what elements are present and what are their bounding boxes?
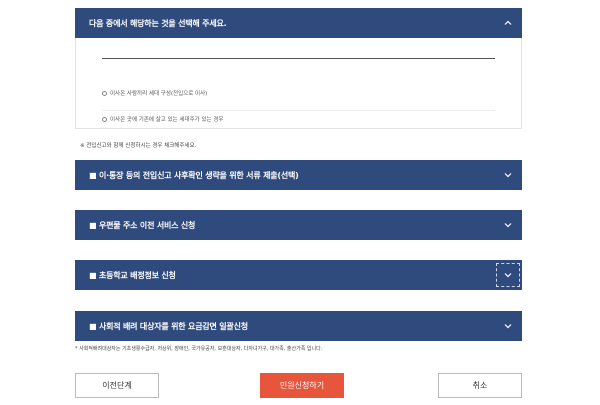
- section-school-assignment-title: ■ 초등학교 배정정보 신청: [89, 270, 176, 280]
- prev-step-button[interactable]: 이전단계: [75, 373, 159, 398]
- option-existing-householder[interactable]: 이사온 곳에 기존에 살고 있는 세대주가 있는 경우: [102, 115, 223, 123]
- radio-button[interactable]: [102, 90, 107, 96]
- section-school-assignment-header[interactable]: ■ 초등학교 배정정보 신청: [75, 260, 522, 290]
- submit-application-button[interactable]: 민원신청하기: [260, 373, 344, 398]
- cancel-button[interactable]: 취소: [438, 373, 522, 398]
- fee-reduction-note: * 사회적배려대상자는 기초생활수급자, 저상위, 장애인, 국가유공자, 보훈…: [75, 346, 323, 352]
- section-document-submit: ■ 이·통장 등의 전입신고 사후확인 생략을 위한 서류 제출(선택): [75, 160, 522, 190]
- section-household-title: 다음 중에서 해당하는 것을 선택해 주세요.: [89, 18, 227, 28]
- option-new-household[interactable]: 이사온 사람끼리 세대 구성(전입으로 이사): [102, 89, 207, 97]
- chevron-down-icon[interactable]: [494, 161, 522, 189]
- option-new-household-label: 이사온 사람끼리 세대 구성(전입으로 이사): [110, 91, 208, 97]
- option-divider: [102, 110, 495, 111]
- section-household: 다음 중에서 해당하는 것을 선택해 주세요. 이사온 사람끼리 세대 구성(전…: [75, 8, 522, 129]
- check-note: ※ 전입신고와 함께 신청하시는 경우 체크해주세요.: [80, 143, 197, 149]
- section-household-body: 이사온 사람끼리 세대 구성(전입으로 이사) 이사온 곳에 기존에 살고 있는…: [75, 38, 522, 129]
- section-school-assignment: ■ 초등학교 배정정보 신청: [75, 260, 522, 290]
- section-mail-forwarding-title: ■ 우편물 주소 이전 서비스 신청: [89, 220, 196, 230]
- chevron-down-icon[interactable]: [494, 261, 522, 289]
- chevron-down-icon[interactable]: [494, 312, 522, 340]
- chevron-down-icon[interactable]: [494, 211, 522, 239]
- section-mail-forwarding: ■ 우편물 주소 이전 서비스 신청: [75, 210, 522, 240]
- section-document-submit-header[interactable]: ■ 이·통장 등의 전입신고 사후확인 생략을 위한 서류 제출(선택): [75, 160, 522, 190]
- chevron-up-icon[interactable]: [494, 9, 522, 37]
- section-divider: [102, 58, 495, 59]
- section-document-submit-title: ■ 이·통장 등의 전입신고 사후확인 생략을 위한 서류 제출(선택): [89, 170, 299, 180]
- section-fee-reduction-title: ■ 사회적 배려 대상자를 위한 요금감면 일괄신청: [89, 321, 248, 331]
- section-household-header[interactable]: 다음 중에서 해당하는 것을 선택해 주세요.: [75, 8, 522, 38]
- radio-button[interactable]: [102, 116, 107, 122]
- section-mail-forwarding-header[interactable]: ■ 우편물 주소 이전 서비스 신청: [75, 210, 522, 240]
- option-existing-householder-label: 이사온 곳에 기존에 살고 있는 세대주가 있는 경우: [110, 117, 224, 123]
- section-fee-reduction-header[interactable]: ■ 사회적 배려 대상자를 위한 요금감면 일괄신청: [75, 311, 522, 341]
- section-fee-reduction: ■ 사회적 배려 대상자를 위한 요금감면 일괄신청: [75, 311, 522, 341]
